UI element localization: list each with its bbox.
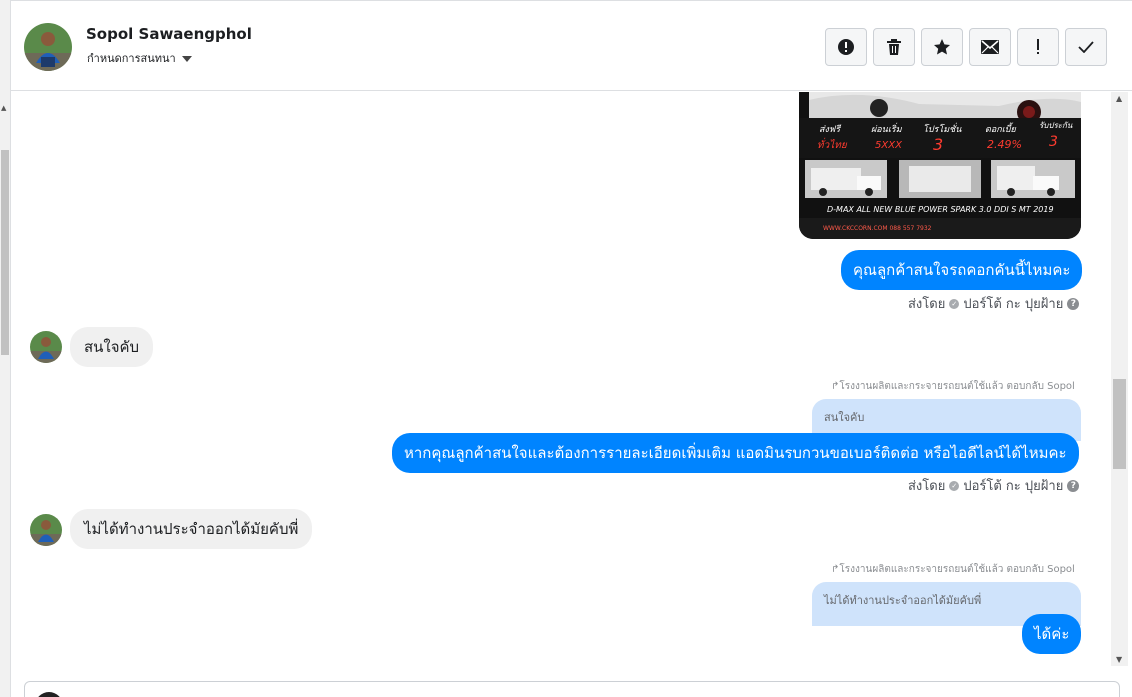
scrollbar-thumb[interactable] [1113, 379, 1126, 469]
scroll-up-arrow-icon[interactable]: ▲ [1, 104, 6, 112]
ad-feature-5: รับประกัน [1039, 121, 1073, 130]
scroll-up-arrow-icon[interactable]: ▲ [1116, 94, 1122, 103]
caret-down-icon [181, 56, 192, 62]
verified-icon: ✓ [949, 298, 960, 309]
ad-contact-text: WWW.CKCCORN.COM 088 557 7932 [823, 225, 932, 232]
ad-value-1: ทั่วไทย [817, 137, 848, 151]
star-icon [934, 39, 950, 55]
avatar[interactable] [30, 514, 62, 546]
mark-unread-button[interactable] [969, 28, 1011, 66]
help-icon[interactable]: ? [1067, 479, 1080, 492]
ad-model-text: D-MAX ALL NEW BLUE POWER SPARK 3.0 DDI S… [827, 205, 1054, 214]
contact-name[interactable]: Sopol Sawaengphol [86, 25, 252, 43]
outer-scrollbar-thumb[interactable] [1, 150, 9, 355]
report-button[interactable] [825, 28, 867, 66]
outgoing-message-2[interactable]: หากคุณลูกค้าสนใจและต้องการรายละเอียดเพิ่… [392, 433, 1079, 473]
outgoing-message-3[interactable]: ได้ค่ะ [1022, 614, 1082, 654]
car-ad-image[interactable]: ส่งฟรี ทั่วไทย ผ่อนเริ่ม 5XXX โปรโมชั่น … [799, 92, 1081, 239]
conversation-panel: Sopol Sawaengphol กำหนดการสนทนา ส่งฟรี ท… [10, 0, 1132, 697]
scroll-down-arrow-icon[interactable]: ▼ [1116, 655, 1122, 664]
exclamation-icon [1037, 39, 1039, 54]
reply-note-1: ↱โรงงานผลิตและกระจายรถยนต์ใช้แล้ว ตอบกลั… [831, 381, 1075, 392]
ad-value-4: 2.49% [987, 138, 1022, 151]
outer-scrollbar[interactable]: ▲ [0, 0, 10, 697]
conversation-settings-dropdown[interactable]: กำหนดการสนทนา [87, 49, 192, 67]
incoming-message-2[interactable]: ไม่ได้ทำงานประจำออกได้มัยคับพี่ [70, 509, 313, 549]
trash-icon [887, 39, 901, 55]
message-composer[interactable] [24, 681, 1120, 697]
incoming-message-1[interactable]: สนใจคับ [70, 327, 154, 367]
message-list-scrollbar[interactable]: ▲ ▼ [1111, 92, 1128, 666]
ad-value-5: 3 [1049, 134, 1058, 150]
spam-button[interactable] [1017, 28, 1059, 66]
avatar[interactable] [30, 331, 62, 363]
sent-by-1: ส่งโดย ✓ ปอร์โต้ กะ ปุยฝ้าย ? [908, 293, 1080, 314]
ad-value-2: 5XXX [875, 140, 903, 151]
toolbar [825, 28, 1107, 66]
sent-by-prefix: ส่งโดย [908, 297, 946, 312]
ad-value-3: 3 [933, 135, 943, 154]
composer-avatar [35, 692, 63, 697]
report-icon [838, 39, 854, 55]
sent-by-prefix: ส่งโดย [908, 479, 946, 494]
conversation-settings-label: กำหนดการสนทนา [87, 52, 176, 65]
page: ▲ Sopol Sawaengphol กำหนดการสนทนา ส่งฟรี… [0, 0, 1132, 697]
verified-icon: ✓ [949, 480, 960, 491]
help-icon[interactable]: ? [1067, 297, 1080, 310]
star-button[interactable] [921, 28, 963, 66]
avatar[interactable] [24, 23, 72, 71]
check-icon [1078, 41, 1094, 53]
sent-by-agent[interactable]: ปอร์โต้ กะ ปุยฝ้าย [963, 293, 1063, 314]
mail-icon [981, 40, 999, 54]
reply-note-2: ↱โรงงานผลิตและกระจายรถยนต์ใช้แล้ว ตอบกลั… [831, 564, 1075, 575]
delete-button[interactable] [873, 28, 915, 66]
ad-feature-1: ส่งฟรี [819, 124, 842, 135]
message-list[interactable]: ส่งฟรี ทั่วไทย ผ่อนเริ่ม 5XXX โปรโมชั่น … [11, 92, 1111, 666]
sent-by-2: ส่งโดย ✓ ปอร์โต้ กะ ปุยฝ้าย ? [908, 475, 1080, 496]
done-button[interactable] [1065, 28, 1107, 66]
sent-by-agent[interactable]: ปอร์โต้ กะ ปุยฝ้าย [963, 475, 1063, 496]
conversation-header: Sopol Sawaengphol กำหนดการสนทนา [11, 0, 1132, 91]
outgoing-message-1[interactable]: คุณลูกค้าสนใจรถคอกคันนี้ไหมคะ [841, 250, 1083, 290]
